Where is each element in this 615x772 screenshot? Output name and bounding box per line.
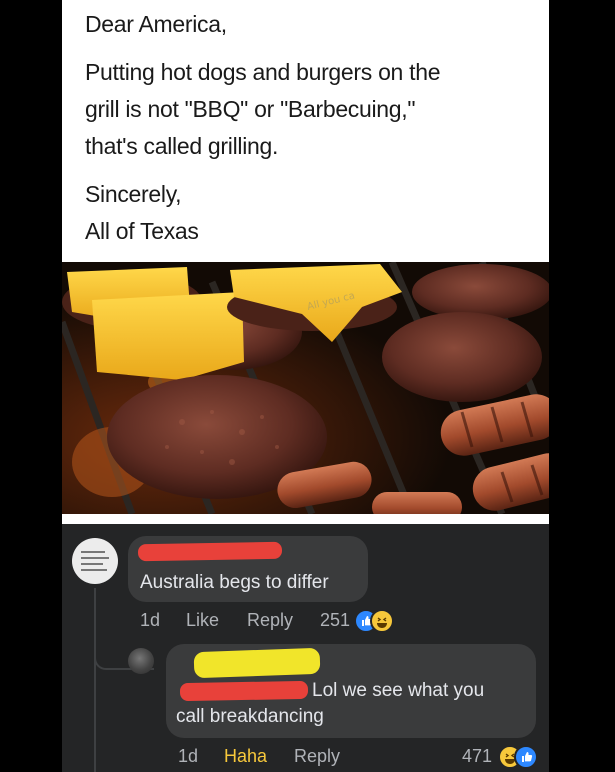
comment-actions: 1d Like Reply 251 [140, 609, 440, 634]
reaction-count[interactable]: 251 [320, 610, 350, 631]
reply-text-continued: call breakdancing [176, 706, 324, 727]
reaction-count[interactable]: 471 [462, 746, 492, 767]
reply-bubble: Lol we see what you call breakdancing [166, 644, 536, 738]
post-text-panel: Dear America, Putting hot dogs and burge… [62, 0, 549, 262]
comment-age: 1d [140, 610, 161, 630]
hot-dog [372, 492, 462, 514]
grill-photo: All you ca [62, 262, 549, 514]
redacted-username [137, 541, 283, 562]
reply-avatar[interactable] [128, 648, 154, 674]
like-icon [514, 745, 538, 769]
grill-illustration: All you ca [62, 262, 549, 514]
post-signoff: Sincerely, [85, 181, 182, 207]
post-body-line: Putting hot dogs and burgers on the [85, 59, 441, 85]
reply-actions: 1d Haha Reply 471 [178, 745, 544, 770]
redacted-username [193, 647, 321, 679]
comment-section: Australia begs to differ 1d Like Reply 2… [62, 524, 549, 772]
meme-frame: Dear America, Putting hot dogs and burge… [62, 0, 549, 772]
post-signature: All of Texas [85, 218, 199, 244]
cheese-slice [92, 292, 244, 380]
comment-text: Australia begs to differ [140, 572, 329, 593]
post-body-line: that's called grilling. [85, 133, 279, 159]
avatar[interactable] [72, 538, 118, 584]
burger-patty [412, 264, 549, 320]
post-body-line: grill is not "BBQ" or "Barbecuing," [85, 96, 416, 122]
redacted-mention [179, 680, 309, 702]
post-greeting: Dear America, [85, 11, 227, 37]
like-button[interactable]: Like [186, 610, 219, 631]
haha-button[interactable]: Haha [224, 746, 267, 767]
reply-button[interactable]: Reply [247, 610, 293, 631]
reply-button[interactable]: Reply [294, 746, 340, 767]
reply-age: 1d [178, 746, 199, 766]
reply-text: Lol we see what you [312, 680, 485, 701]
separator-strip [62, 514, 549, 524]
comment-bubble: Australia begs to differ [128, 536, 368, 602]
thread-line [94, 588, 96, 772]
burger-patty [382, 312, 542, 402]
haha-icon [370, 609, 394, 633]
